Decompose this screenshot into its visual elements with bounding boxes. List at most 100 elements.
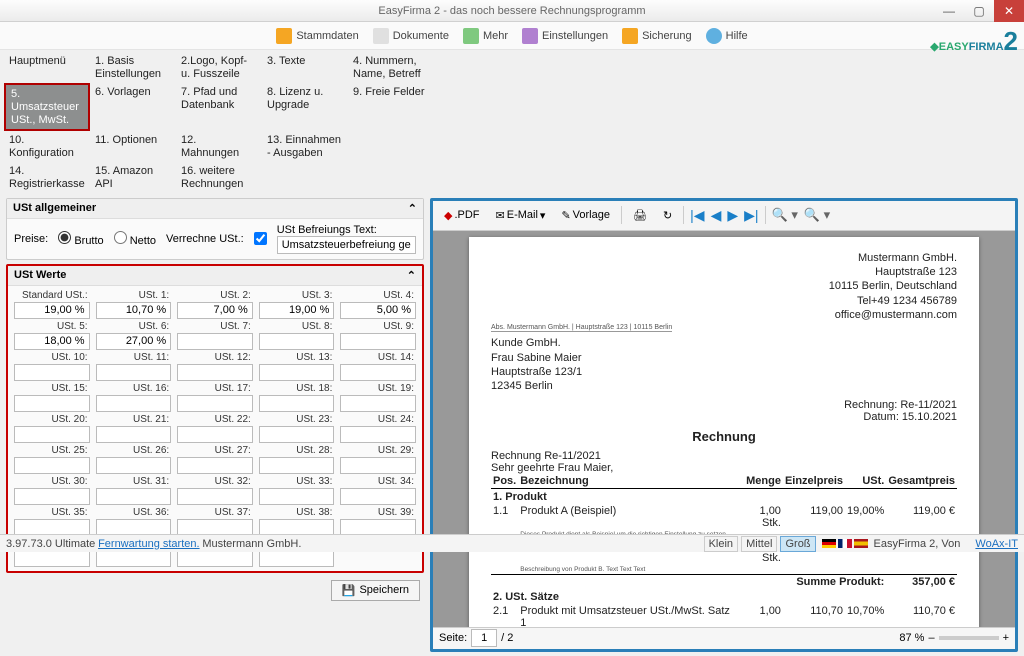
- radio-brutto[interactable]: Brutto: [58, 231, 103, 247]
- radio-netto[interactable]: Netto: [114, 231, 156, 247]
- ust-input-41[interactable]: [96, 550, 172, 567]
- size-gross[interactable]: Groß: [780, 536, 815, 552]
- language-flags[interactable]: [822, 539, 868, 548]
- vorlage-button[interactable]: ✎Vorlage: [556, 206, 615, 225]
- zoom-out-icon[interactable]: 🔍 ▾: [772, 207, 798, 223]
- ust-input-17[interactable]: [177, 395, 253, 412]
- ust-input-32[interactable]: [177, 488, 253, 505]
- size-selector: Klein Mittel Groß: [704, 538, 816, 550]
- ust-input-23[interactable]: [259, 426, 335, 443]
- ust-input-29[interactable]: [340, 457, 416, 474]
- menu-item[interactable]: 3. Texte: [262, 52, 348, 83]
- menu-item[interactable]: 14. Registrierkasse: [4, 162, 90, 193]
- menu-item[interactable]: 15. Amazon API: [90, 162, 176, 193]
- menu-item[interactable]: 12. Mahnungen: [176, 131, 262, 162]
- woax-link[interactable]: WoAx-IT: [975, 538, 1018, 550]
- checkbox-verrechne-ust[interactable]: [254, 232, 267, 245]
- ust-input-31[interactable]: [96, 488, 172, 505]
- ust-input-7[interactable]: [177, 333, 253, 350]
- close-button[interactable]: ✕: [994, 0, 1024, 22]
- print-button[interactable]: 🖨: [628, 206, 652, 225]
- ust-input-28[interactable]: [259, 457, 335, 474]
- menu-item[interactable]: 13. Einnahmen - Ausgaben: [262, 131, 348, 162]
- ust-input-33[interactable]: [259, 488, 335, 505]
- ust-input-2[interactable]: [177, 302, 253, 319]
- size-klein[interactable]: Klein: [704, 536, 738, 552]
- menu-item[interactable]: 16. weitere Rechnungen: [176, 162, 262, 193]
- page-input[interactable]: [471, 629, 497, 647]
- toolbar-sicherung[interactable]: Sicherung: [622, 28, 692, 44]
- fernwartung-link[interactable]: Fernwartung starten.: [98, 538, 200, 550]
- email-button[interactable]: ✉E-Mail▾: [491, 206, 551, 225]
- ust-input-18[interactable]: [259, 395, 335, 412]
- menu-item[interactable]: 5. Umsatzsteuer USt., MwSt.: [4, 83, 90, 131]
- ust-input-30[interactable]: [14, 488, 90, 505]
- nav-first-icon[interactable]: |◀: [690, 207, 704, 224]
- zoom-out-btn[interactable]: –: [928, 632, 934, 644]
- toolbar-einstellungen[interactable]: Einstellungen: [522, 28, 608, 44]
- ust-input-19[interactable]: [340, 395, 416, 412]
- toolbar-stammdaten[interactable]: Stammdaten: [276, 28, 358, 44]
- menu-item[interactable]: 4. Nummern, Name, Betreff: [348, 52, 434, 83]
- ust-input-15[interactable]: [14, 395, 90, 412]
- nav-prev-icon[interactable]: ◀: [711, 207, 722, 224]
- app-logo: ◆EASYFIRMA2: [930, 26, 1018, 57]
- menu-item[interactable]: 6. Vorlagen: [90, 83, 176, 131]
- ust-input-14[interactable]: [340, 364, 416, 381]
- ust-input-16[interactable]: [96, 395, 172, 412]
- ust-input-10[interactable]: [14, 364, 90, 381]
- ust-input-42[interactable]: [177, 550, 253, 567]
- ust-input-3[interactable]: [259, 302, 335, 319]
- ust-input-0[interactable]: [14, 302, 90, 319]
- nav-next-icon[interactable]: ▶: [727, 207, 738, 224]
- ust-input-27[interactable]: [177, 457, 253, 474]
- zoom-in-btn[interactable]: +: [1003, 632, 1009, 644]
- zoom-in-icon[interactable]: 🔍 ▾: [804, 207, 830, 223]
- ust-input-20[interactable]: [14, 426, 90, 443]
- ust-input-22[interactable]: [177, 426, 253, 443]
- ust-input-6[interactable]: [96, 333, 172, 350]
- ust-input-8[interactable]: [259, 333, 335, 350]
- ust-input-4[interactable]: [340, 302, 416, 319]
- pdf-button[interactable]: ◆.PDF: [439, 206, 485, 225]
- menu-item[interactable]: 7. Pfad und Datenbank: [176, 83, 262, 131]
- refresh-button[interactable]: ↻: [658, 206, 677, 225]
- menu-item[interactable]: 1. Basis Einstellungen: [90, 52, 176, 83]
- menu-item: [348, 162, 434, 193]
- ust-input-24[interactable]: [340, 426, 416, 443]
- ust-input-13[interactable]: [259, 364, 335, 381]
- document-preview-pane: ◆.PDF ✉E-Mail▾ ✎Vorlage 🖨 ↻ |◀ ◀ ▶ ▶| 🔍 …: [430, 198, 1018, 652]
- document-viewport[interactable]: Mustermann GmbH.Hauptstraße 123 10115 Be…: [433, 231, 1015, 627]
- menu-item[interactable]: 11. Optionen: [90, 131, 176, 162]
- save-button[interactable]: 💾Speichern: [331, 580, 420, 601]
- size-mittel[interactable]: Mittel: [741, 536, 777, 552]
- ust-input-26[interactable]: [96, 457, 172, 474]
- section-header[interactable]: USt allgemeiner⌃: [7, 199, 423, 219]
- nav-last-icon[interactable]: ▶|: [744, 207, 758, 224]
- ust-input-21[interactable]: [96, 426, 172, 443]
- maximize-button[interactable]: ▢: [964, 0, 994, 22]
- menu-item: [348, 131, 434, 162]
- input-befreiungstext[interactable]: [277, 236, 416, 254]
- ust-input-12[interactable]: [177, 364, 253, 381]
- ust-input-11[interactable]: [96, 364, 172, 381]
- ust-input-43[interactable]: [259, 550, 335, 567]
- zoom-slider[interactable]: [939, 636, 999, 640]
- ust-input-9[interactable]: [340, 333, 416, 350]
- ust-input-1[interactable]: [96, 302, 172, 319]
- ust-input-34[interactable]: [340, 488, 416, 505]
- menu-item[interactable]: Hauptmenü: [4, 52, 90, 83]
- ust-input-5[interactable]: [14, 333, 90, 350]
- menu-item[interactable]: 8. Lizenz u. Upgrade: [262, 83, 348, 131]
- menu-item[interactable]: 2.Logo, Kopf- u. Fusszeile: [176, 52, 262, 83]
- settings-panel: USt allgemeiner⌃ Preise: Brutto Netto Ve…: [0, 194, 430, 656]
- ust-input-25[interactable]: [14, 457, 90, 474]
- toolbar-dokumente[interactable]: Dokumente: [373, 28, 449, 44]
- menu-item[interactable]: 9. Freie Felder: [348, 83, 434, 131]
- toolbar-hilfe[interactable]: Hilfe: [706, 28, 748, 44]
- toolbar-mehr[interactable]: Mehr: [463, 28, 508, 44]
- minimize-button[interactable]: —: [934, 0, 964, 22]
- section-header[interactable]: USt Werte⌃: [8, 266, 422, 286]
- menu-item[interactable]: 10. Konfiguration: [4, 131, 90, 162]
- ust-input-40[interactable]: [14, 550, 90, 567]
